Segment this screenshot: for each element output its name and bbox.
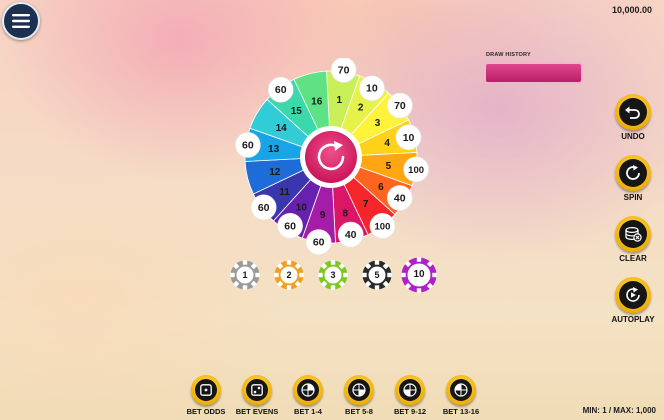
bet-1-4-button[interactable]: BET 1-4 (283, 375, 333, 416)
wheel-number-10: 10 (296, 202, 308, 213)
chip-1[interactable]: 1 (230, 260, 260, 290)
payout-bubble-9: 60 (305, 229, 332, 255)
balance-display: 10,000.00 (611, 5, 652, 15)
payout-value-13: 60 (242, 139, 254, 151)
chip-value: 1 (242, 270, 248, 280)
draw-history-panel (484, 62, 583, 84)
clear-button[interactable]: CLEAR (608, 216, 658, 263)
payout-bubble-7: 100 (369, 213, 396, 239)
spin-center-button[interactable] (300, 126, 362, 188)
spin-button[interactable]: SPIN (608, 155, 658, 202)
payout-value-5: 100 (408, 165, 424, 176)
bet-odds-button[interactable]: BET ODDS (181, 375, 231, 416)
chip-5[interactable]: 5 (362, 260, 392, 290)
payout-value-2: 10 (366, 83, 378, 95)
payout-bubble-15: 60 (267, 76, 294, 103)
payout-value-1: 70 (338, 64, 350, 76)
bet-9-12-button[interactable]: BET 9-12 (385, 375, 435, 416)
die-evens-icon (251, 384, 263, 396)
wheel-number-15: 15 (291, 106, 303, 117)
payout-bubble-5: 100 (403, 156, 429, 183)
wheel-number-11: 11 (279, 187, 290, 198)
wheel-number-8: 8 (342, 209, 348, 220)
payout-value-10: 60 (284, 220, 296, 232)
wheel-number-12: 12 (269, 167, 281, 178)
undo-icon (625, 106, 640, 119)
payout-bubble-13: 60 (235, 132, 261, 158)
wheel-number-2: 2 (358, 103, 364, 114)
wheel-number-4: 4 (384, 138, 390, 149)
bet-13-16-label: BET 13-16 (442, 407, 480, 416)
payout-value-9: 60 (313, 237, 325, 249)
wheel-number-1: 1 (337, 95, 343, 106)
bet-1-4-label: BET 1-4 (294, 407, 322, 416)
chip-value: 2 (286, 270, 292, 280)
payout-bubble-3: 70 (387, 92, 413, 119)
bet-9-12-label: BET 9-12 (393, 407, 427, 416)
quarter-2-icon (352, 383, 366, 397)
bet-5-8-label: BET 5-8 (345, 407, 373, 416)
draw-history-label: DRAW HISTORY (486, 52, 531, 58)
bet-5-8-button[interactable]: BET 5-8 (334, 375, 384, 416)
clear-label: CLEAR (619, 254, 647, 263)
wheel-number-7: 7 (363, 199, 369, 210)
number-wheel: 12345678910111213141516 7010701010040100… (235, 58, 429, 255)
payout-value-8: 40 (345, 229, 357, 241)
chip-value: 10 (413, 269, 425, 280)
bet-odds-label: BET ODDS (186, 407, 226, 416)
payout-value-4: 10 (403, 132, 415, 144)
payout-value-3: 70 (394, 100, 406, 112)
wheel-number-9: 9 (320, 210, 326, 221)
menu-button[interactable] (2, 2, 40, 40)
bet-13-16-button[interactable]: BET 13-16 (436, 375, 486, 416)
chip-value: 5 (374, 270, 380, 280)
clear-chips-icon (625, 226, 642, 242)
payout-bubble-2: 10 (359, 75, 385, 102)
payout-bubble-10: 60 (277, 212, 303, 239)
chip-10[interactable]: 10 (401, 257, 437, 293)
quarter-3-icon (403, 383, 417, 397)
chip-value: 3 (330, 270, 336, 280)
chip-2[interactable]: 2 (274, 260, 304, 290)
payout-bubble-1: 70 (330, 58, 357, 83)
spin-label: SPIN (623, 193, 643, 202)
wheel-number-5: 5 (386, 161, 392, 172)
undo-button[interactable]: UNDO (608, 94, 658, 141)
hamburger-icon (12, 14, 30, 28)
undo-label: UNDO (621, 132, 645, 141)
payout-value-6: 40 (394, 192, 406, 204)
quarter-4-icon (454, 383, 468, 397)
payout-value-15: 60 (275, 84, 287, 96)
bet-evens-label: BET EVENS (235, 407, 279, 416)
wheel-number-6: 6 (378, 182, 384, 193)
payout-bubble-6: 40 (386, 185, 413, 211)
payout-value-11: 60 (258, 202, 270, 214)
chip-3[interactable]: 3 (318, 260, 348, 290)
payout-bubble-8: 40 (337, 221, 364, 248)
payout-value-7: 100 (375, 221, 391, 232)
wheel-number-16: 16 (311, 96, 323, 107)
wheel-number-14: 14 (276, 123, 288, 134)
payout-bubble-11: 60 (250, 194, 277, 221)
spin-icon (626, 165, 640, 180)
autoplay-label: AUTOPLAY (611, 315, 655, 324)
bet-evens-button[interactable]: BET EVENS (232, 375, 282, 416)
quarter-1-icon (301, 383, 315, 397)
autoplay-button[interactable]: AUTOPLAY (608, 277, 658, 324)
autoplay-icon (626, 287, 640, 302)
wheel-number-13: 13 (268, 144, 280, 155)
payout-bubble-4: 10 (395, 124, 422, 151)
die-odds-icon (200, 384, 212, 396)
wheel-number-3: 3 (375, 118, 381, 129)
bet-limits: MIN: 1 / MAX: 1,000 (582, 406, 656, 415)
